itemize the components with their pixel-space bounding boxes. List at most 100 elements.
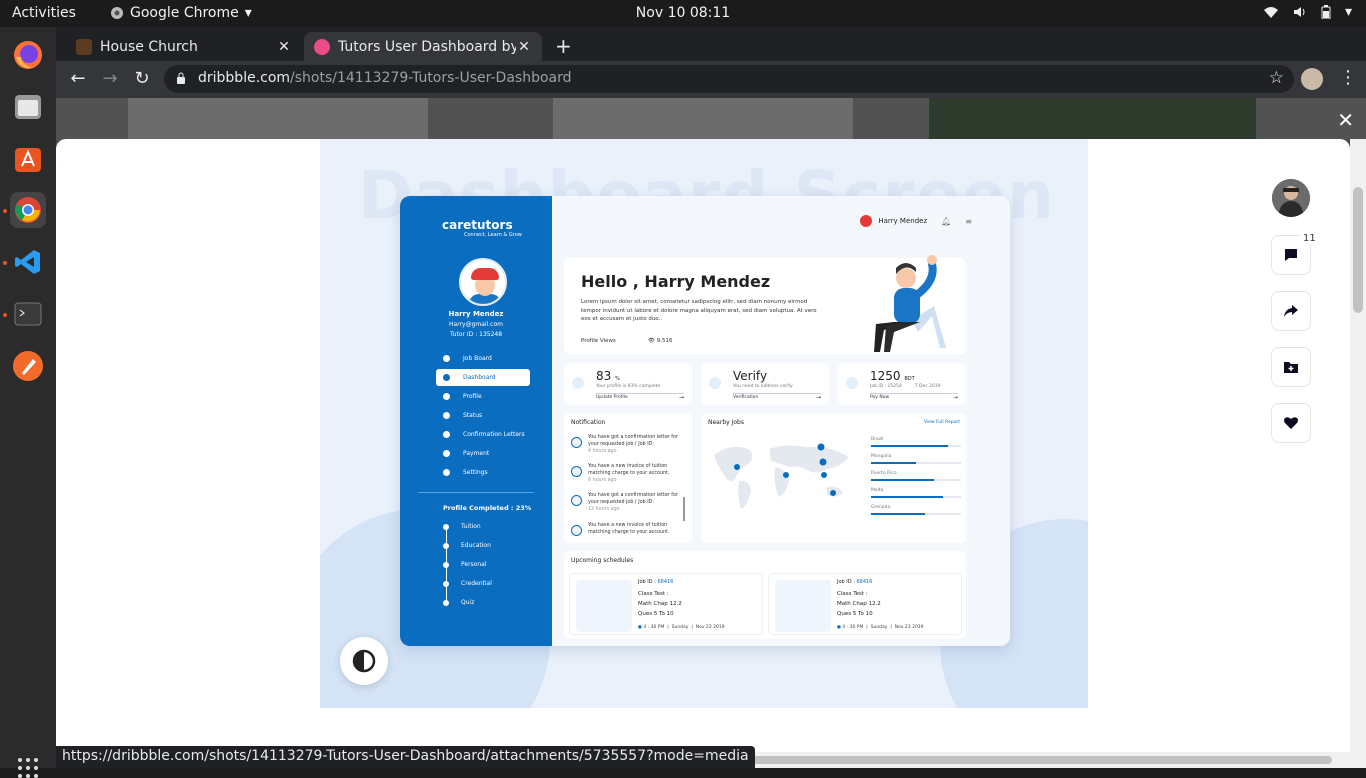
profile-avatar[interactable] xyxy=(1301,68,1323,90)
step-quiz: Quiz xyxy=(443,599,474,606)
step-education: Education xyxy=(443,542,491,549)
user-icon xyxy=(572,377,584,389)
like-button[interactable] xyxy=(1271,403,1311,443)
country-row: Malta xyxy=(871,488,961,498)
stat-value: Verify xyxy=(733,369,768,383)
share-button[interactable] xyxy=(1271,291,1311,331)
job-line: Ques 5 To 10 xyxy=(638,611,674,617)
panel-title: Nearby Jobs xyxy=(708,419,744,426)
tab-tutors-dashboard[interactable]: Tutors User Dashboard by ✕ xyxy=(304,32,542,61)
welcome-text: Lorem ipsum dolor sit amet, consetetur s… xyxy=(581,299,817,323)
stat-number: 1250 xyxy=(870,369,901,383)
menu-item-confirmation-letters: Confirmation Letters xyxy=(436,426,530,443)
payment-stat-card: 1250 BDT Job ID : 15254 7 Dec 2019 Pay N… xyxy=(838,363,966,405)
running-indicator xyxy=(3,209,7,213)
notification-time: 6 hours ago xyxy=(588,477,617,483)
welcome-title: Hello , Harry Mendez xyxy=(581,272,771,291)
stat-sub: Job ID : 15254 7 Dec 2019 xyxy=(870,384,941,389)
close-modal-icon[interactable]: ✕ xyxy=(1337,108,1354,132)
terminal-icon[interactable] xyxy=(10,296,46,332)
profile-stat-card: 83 % Your profile is 83% complete Update… xyxy=(564,363,692,405)
stat-divider xyxy=(733,393,821,394)
notification-item: You have got a confirmation letter for y… xyxy=(571,493,681,514)
notification-time: 12 hours ago xyxy=(588,506,620,512)
reload-button[interactable]: ↻ xyxy=(130,68,154,89)
chrome-small-icon xyxy=(111,7,123,19)
shot-image[interactable]: Dashboard Screen caretutors Connect, Lea… xyxy=(320,139,1088,708)
files-icon[interactable] xyxy=(10,89,46,125)
schedule-card: Job ID : 68416 Class Test : Math Chap 12… xyxy=(569,573,763,635)
designer-avatar[interactable] xyxy=(1272,179,1310,217)
scrollbar-thumb[interactable] xyxy=(1353,187,1363,313)
dock xyxy=(0,27,56,778)
close-tab-icon[interactable]: ✕ xyxy=(276,39,292,55)
url-domain: dribbble.com xyxy=(198,70,291,86)
profile-views-label: Profile Views xyxy=(581,338,616,344)
forward-button[interactable]: → xyxy=(98,68,122,89)
job-meta: ● 4 : 30 PM | Sunday | Nov 23 2019 xyxy=(837,625,924,630)
church-favicon-icon xyxy=(76,38,92,55)
close-tab-icon[interactable]: ✕ xyxy=(516,39,532,55)
step-tuition: Tuition xyxy=(443,523,481,530)
stat-unit: BDT xyxy=(904,376,915,382)
show-applications-icon[interactable] xyxy=(18,758,38,778)
stat-link: Pay Now xyxy=(870,395,890,400)
save-to-collection-button[interactable] xyxy=(1271,347,1311,387)
header-name: Harry Mendez xyxy=(878,217,928,225)
address-bar[interactable]: dribbble.com/shots/14113279-Tutors-User-… xyxy=(164,65,1294,93)
firefox-icon[interactable] xyxy=(10,37,46,73)
sidebar-divider xyxy=(418,492,534,493)
tutor-id: Tutor ID : 135248 xyxy=(449,331,503,338)
comment-icon xyxy=(1285,249,1297,261)
dribbble-favicon-icon xyxy=(314,38,330,55)
system-tray[interactable]: ▾ xyxy=(1263,4,1352,20)
letter-icon xyxy=(571,437,582,448)
running-indicator xyxy=(3,261,7,265)
tutor-email: Harry@gmail.com xyxy=(449,321,503,328)
job-line: Class Test : xyxy=(638,591,669,597)
invoice-icon xyxy=(571,525,582,536)
profile-completed-title: Profile Completed : 23% xyxy=(443,504,532,512)
menu-label: Settings xyxy=(463,469,488,476)
verify-stat-card: Verify You need to address verify Verifi… xyxy=(701,363,829,405)
notification-panel: Notification You have got a confirmation… xyxy=(564,413,692,543)
software-center-icon[interactable] xyxy=(10,141,46,177)
menu-item-dashboard: Dashboard xyxy=(436,369,530,386)
new-tab-button[interactable]: + xyxy=(555,34,572,58)
notification-text: You have a new invoice of tuition matchi… xyxy=(588,464,670,476)
notification-item: You have a new invoice of tuition matchi… xyxy=(571,523,681,537)
waving-man-illustration xyxy=(874,255,946,352)
job-meta: ● 4 : 30 PM | Sunday | Nov 23 2019 xyxy=(638,625,725,630)
back-button[interactable]: ← xyxy=(66,68,90,89)
bookmark-star-icon[interactable]: ☆ xyxy=(1269,68,1284,88)
caretutors-logo: caretutors Connect, Learn & Grow xyxy=(442,218,522,238)
arrow-right-icon: → xyxy=(952,394,958,401)
tutor-name: Harry Mendez xyxy=(448,310,504,318)
panel-title: Notification xyxy=(571,419,606,426)
chrome-icon[interactable] xyxy=(10,192,46,228)
step-personal: Personal xyxy=(443,561,487,568)
lock-icon xyxy=(177,72,185,84)
tab-house-church[interactable]: House Church ✕ xyxy=(66,32,302,61)
vertical-scrollbar[interactable] xyxy=(1350,139,1366,768)
comment-count-badge: 11 xyxy=(1300,233,1319,244)
job-id-label: Job ID : xyxy=(638,579,656,585)
share-icon xyxy=(1284,305,1298,317)
background-shot-thumbnail xyxy=(553,98,853,140)
stat-link: Update Profile xyxy=(596,395,628,400)
background-shot-thumbnail xyxy=(128,98,428,140)
kebab-menu-icon[interactable]: ⋮ xyxy=(1339,67,1357,88)
pen-app-icon[interactable] xyxy=(10,348,46,384)
theme-toggle-button[interactable] xyxy=(340,637,388,685)
activities-button[interactable]: Activities xyxy=(12,5,76,21)
user-check-icon xyxy=(709,377,721,389)
url-text: dribbble.com/shots/14113279-Tutors-User-… xyxy=(198,70,572,86)
app-menu[interactable]: Google Chrome ▾ xyxy=(110,5,252,21)
letter-icon xyxy=(571,495,582,506)
tab-title: House Church xyxy=(100,38,198,55)
job-id-value: 68416 xyxy=(856,579,873,585)
notification-text: You have got a confirmation letter for y… xyxy=(588,435,678,447)
vscode-icon[interactable] xyxy=(10,244,46,280)
arrow-right-icon: → xyxy=(678,394,684,401)
step-credential: Credential xyxy=(443,580,492,587)
